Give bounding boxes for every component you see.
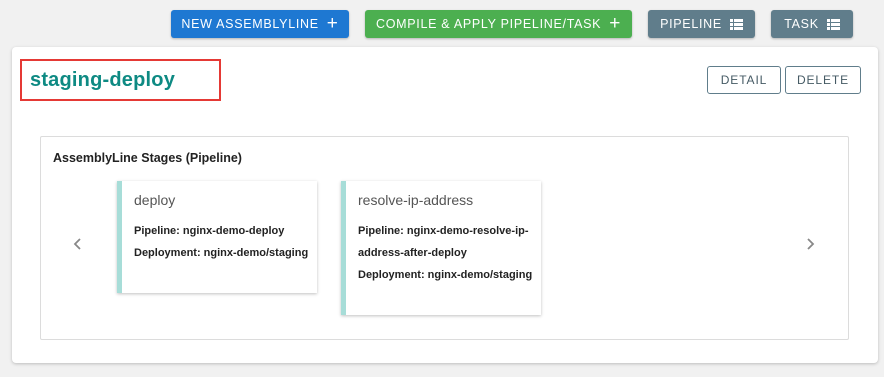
pipeline-label: PIPELINE	[660, 17, 722, 31]
stage-card-deploy[interactable]: deploy Pipeline: nginx-demo-deploy Deplo…	[117, 181, 317, 293]
assemblyline-card: staging-deploy DETAIL DELETE AssemblyLin…	[12, 47, 878, 363]
assemblyline-title[interactable]: staging-deploy	[30, 69, 175, 92]
delete-button[interactable]: DELETE	[785, 66, 861, 94]
compile-apply-label: COMPILE & APPLY PIPELINE/TASK	[375, 17, 602, 31]
new-assemblyline-label: NEW ASSEMBLYLINE	[181, 17, 319, 31]
plus-icon: +	[609, 12, 622, 34]
list-icon	[826, 18, 840, 30]
chevron-left-icon[interactable]	[73, 237, 83, 256]
chevron-right-icon[interactable]	[805, 237, 815, 256]
task-label: TASK	[784, 17, 819, 31]
list-icon	[729, 18, 743, 30]
stage-deployment: Deployment: nginx-demo/staging	[358, 269, 533, 281]
stage-pipeline: Pipeline: nginx-demo-deploy	[134, 225, 285, 237]
new-assemblyline-button[interactable]: NEW ASSEMBLYLINE +	[171, 10, 349, 38]
stage-name: resolve-ip-address	[358, 192, 474, 208]
stage-card-resolve-ip-address[interactable]: resolve-ip-address Pipeline: nginx-demo-…	[341, 181, 541, 315]
top-toolbar: NEW ASSEMBLYLINE + COMPILE & APPLY PIPEL…	[0, 0, 884, 46]
compile-apply-button[interactable]: COMPILE & APPLY PIPELINE/TASK +	[365, 10, 632, 38]
stage-deployment: Deployment: nginx-demo/staging	[134, 247, 309, 259]
stages-title: AssemblyLine Stages (Pipeline)	[53, 151, 242, 165]
title-highlight-box: staging-deploy	[20, 59, 221, 101]
pipeline-button[interactable]: PIPELINE	[648, 10, 755, 38]
plus-icon: +	[326, 12, 339, 34]
stages-panel: AssemblyLine Stages (Pipeline) deploy Pi…	[40, 136, 849, 340]
stage-name: deploy	[134, 192, 176, 208]
stage-pipeline: Pipeline: nginx-demo-resolve-ip-address-…	[358, 225, 529, 259]
task-button[interactable]: TASK	[771, 10, 853, 38]
detail-button[interactable]: DETAIL	[707, 66, 781, 94]
